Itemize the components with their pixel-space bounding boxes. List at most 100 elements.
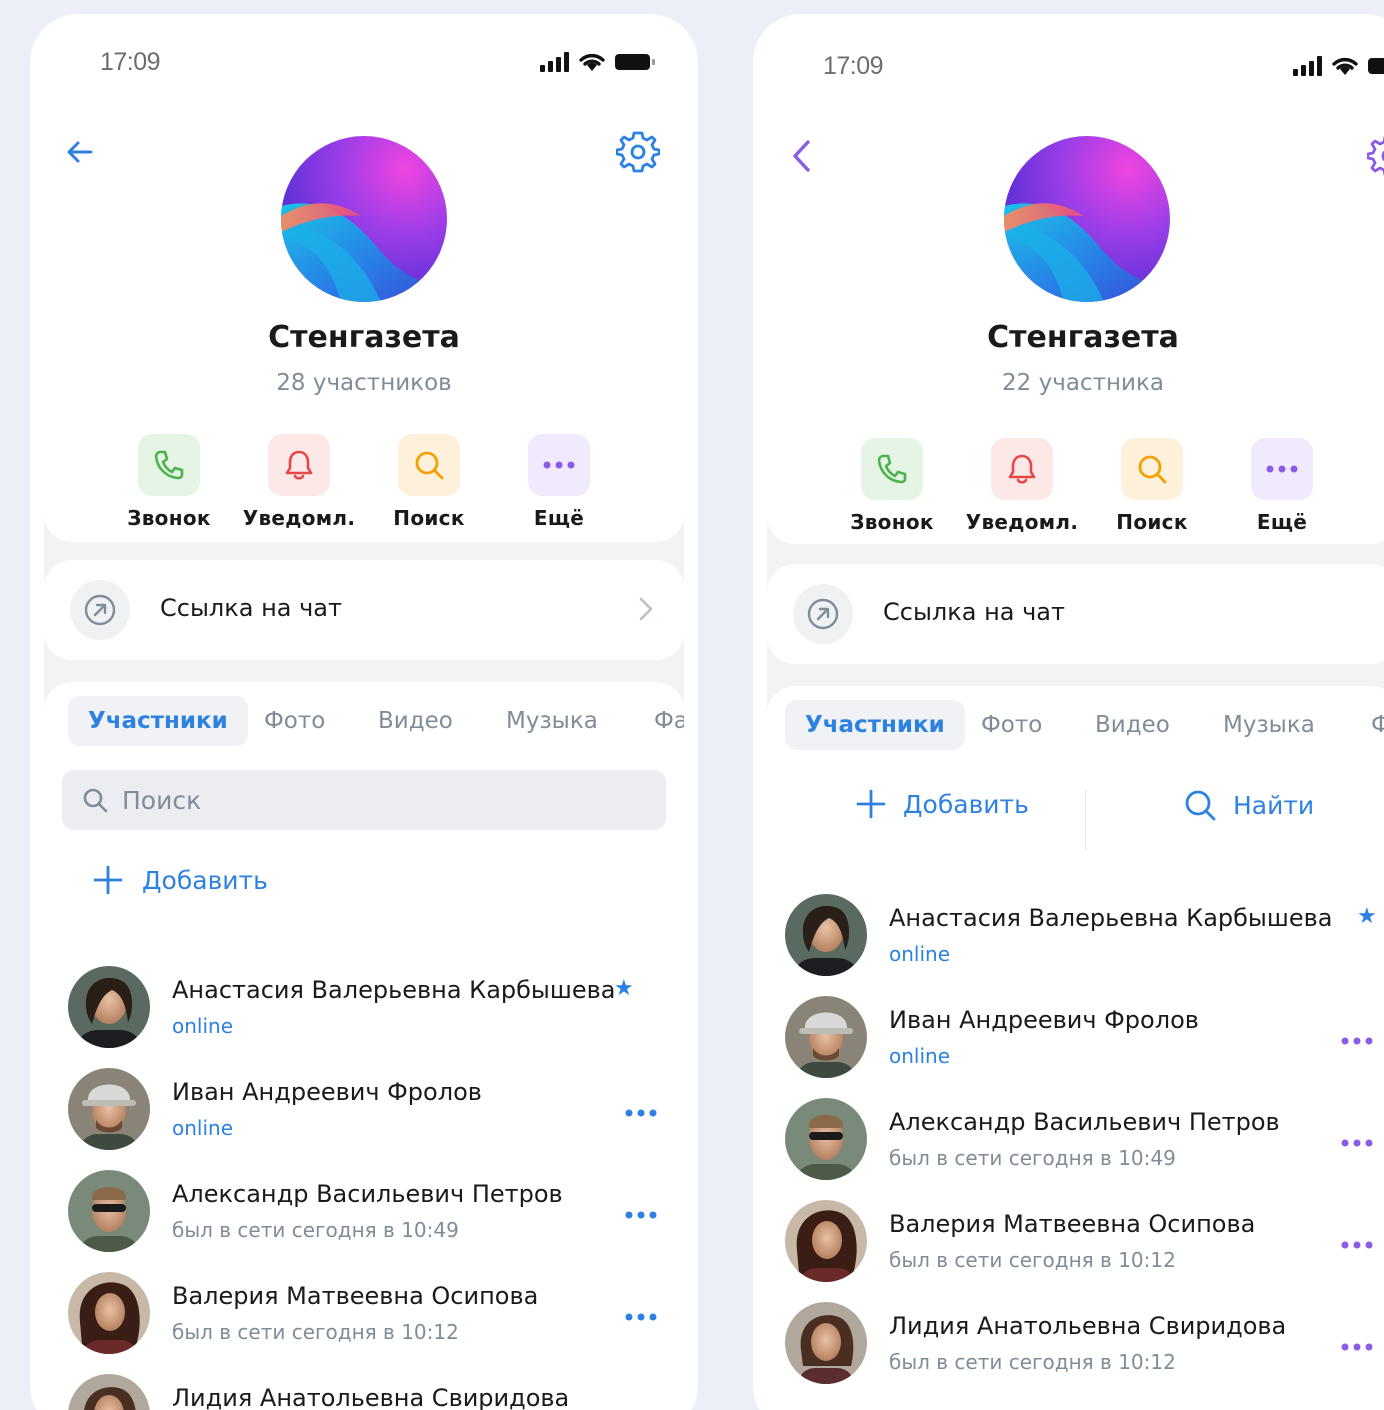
member-photo — [785, 894, 867, 976]
notifications-action[interactable]: Уведомл. — [957, 438, 1087, 534]
member-more-button[interactable] — [1337, 1332, 1377, 1362]
notifications-action[interactable]: Уведомл. — [234, 434, 364, 530]
member-avatar — [785, 1302, 867, 1384]
search-action-label: Поиск — [1116, 510, 1188, 534]
admin-star-icon: ★ — [1357, 904, 1377, 929]
chat-avatar[interactable] — [281, 136, 447, 302]
member-photo — [785, 1200, 867, 1282]
more-action[interactable]: Ещё — [1217, 438, 1347, 534]
status-icons — [1293, 56, 1384, 76]
chat-avatar-image — [281, 136, 447, 302]
tab-members[interactable]: Участники — [785, 700, 965, 750]
member-status: был в сети сегодня в 10:49 — [172, 1218, 459, 1242]
member-row[interactable]: Анастасия Валерьевна Карбышева online ★ — [767, 894, 1384, 996]
settings-button[interactable] — [614, 128, 662, 176]
chat-info-screen-right: 17:09 Стенгазета 22 участника Звонок Уве… — [767, 30, 1384, 1410]
bell-icon — [1008, 454, 1036, 484]
member-photo — [785, 996, 867, 1078]
tab-photo[interactable]: Фото — [244, 696, 345, 746]
member-name: Лидия Анатольевна Свиридова — [889, 1312, 1287, 1340]
notifications-action-tile — [991, 438, 1053, 500]
link-icon-circle — [70, 580, 130, 640]
member-search-input[interactable] — [122, 785, 590, 815]
settings-button[interactable] — [1365, 132, 1384, 180]
member-more-button[interactable] — [621, 1200, 661, 1230]
member-row[interactable]: Валерия Матвеевна Осипова был в сети сег… — [44, 1272, 684, 1374]
member-row[interactable]: Валерия Матвеевна Осипова был в сети сег… — [767, 1200, 1384, 1302]
members-toolbar: Добавить Найти — [767, 778, 1384, 850]
search-icon — [1138, 455, 1167, 484]
link-icon-circle — [793, 584, 853, 644]
member-row[interactable]: Анастасия Валерьевна Карбышева online ★ — [44, 966, 684, 1068]
find-member-button[interactable]: Найти — [1183, 788, 1314, 822]
member-name: Иван Андреевич Фролов — [889, 1006, 1199, 1034]
more-action-tile — [528, 434, 590, 496]
chat-link-row[interactable]: Ссылка на чат — [767, 564, 1384, 664]
member-photo — [68, 1374, 150, 1410]
member-more-button[interactable] — [621, 1404, 661, 1410]
member-name: Александр Васильевич Петров — [889, 1108, 1280, 1136]
gear-icon — [616, 131, 660, 173]
more-action[interactable]: Ещё — [494, 434, 624, 530]
member-avatar — [68, 966, 150, 1048]
add-member-button[interactable]: Добавить — [855, 788, 1029, 820]
status-bar: 17:09 — [44, 30, 684, 100]
member-status: online — [889, 942, 951, 966]
member-row[interactable]: Лидия Анатольевна Свиридова — [44, 1374, 684, 1410]
gear-icon — [1367, 136, 1384, 176]
member-row[interactable]: Иван Андреевич Фролов online — [44, 1068, 684, 1170]
search-action-label: Поиск — [393, 506, 465, 530]
tab-files[interactable]: Ф — [1351, 700, 1384, 750]
tab-video[interactable]: Видео — [358, 696, 473, 746]
member-photo — [68, 1170, 150, 1252]
phone-icon — [154, 450, 184, 480]
tab-members[interactable]: Участники — [68, 696, 248, 746]
find-member-label: Найти — [1233, 790, 1315, 820]
chat-avatar[interactable] — [1004, 136, 1170, 302]
member-search-field[interactable] — [62, 770, 666, 830]
tab-photo[interactable]: Фото — [961, 700, 1062, 750]
tab-video[interactable]: Видео — [1075, 700, 1190, 750]
back-button[interactable] — [781, 134, 825, 178]
member-more-button[interactable] — [621, 1098, 661, 1128]
call-action[interactable]: Звонок — [104, 434, 234, 530]
member-avatar — [68, 1374, 150, 1410]
member-more-button[interactable] — [1337, 1128, 1377, 1158]
member-avatar — [68, 1272, 150, 1354]
chat-avatar-image — [1004, 136, 1170, 302]
member-name: Иван Андреевич Фролов — [172, 1078, 482, 1106]
member-name: Анастасия Валерьевна Карбышева — [172, 976, 616, 1004]
member-row[interactable]: Лидия Анатольевна Свиридова был в сети с… — [767, 1302, 1384, 1404]
add-member-button[interactable]: Добавить — [92, 864, 268, 896]
wifi-icon — [1332, 57, 1358, 75]
search-action[interactable]: Поиск — [364, 434, 494, 530]
member-status: был в сети сегодня в 10:12 — [172, 1320, 459, 1344]
member-row[interactable]: Александр Васильевич Петров был в сети с… — [44, 1170, 684, 1272]
search-action-tile — [1121, 438, 1183, 500]
member-more-button[interactable] — [621, 1302, 661, 1332]
more-dots-icon — [1341, 1343, 1373, 1351]
tab-files[interactable]: Фа — [634, 696, 684, 746]
chat-header-card: 17:09 Стенг — [767, 30, 1384, 544]
member-row[interactable]: Александр Васильевич Петров был в сети с… — [767, 1098, 1384, 1200]
member-more-button[interactable] — [1337, 1026, 1377, 1056]
member-status: был в сети сегодня в 10:12 — [889, 1350, 1176, 1374]
chat-link-row[interactable]: Ссылка на чат — [44, 560, 684, 660]
member-status: online — [172, 1014, 234, 1038]
call-action[interactable]: Звонок — [827, 438, 957, 534]
member-row[interactable]: Иван Андреевич Фролов online — [767, 996, 1384, 1098]
signal-icon — [540, 52, 569, 72]
add-member-label: Добавить — [903, 789, 1029, 819]
search-action[interactable]: Поиск — [1087, 438, 1217, 534]
more-dots-icon — [625, 1109, 657, 1117]
member-name: Лидия Анатольевна Свиридова — [172, 1384, 570, 1410]
back-button[interactable] — [58, 130, 102, 174]
phone-frame-right: 17:09 Стенгазета 22 участника Звонок Уве… — [753, 14, 1384, 1410]
member-more-button[interactable] — [1337, 1230, 1377, 1260]
more-dots-icon — [1341, 1139, 1373, 1147]
member-name: Анастасия Валерьевна Карбышева — [889, 904, 1333, 932]
plus-icon — [856, 789, 886, 819]
tab-music[interactable]: Музыка — [1203, 700, 1335, 750]
tab-music[interactable]: Музыка — [486, 696, 618, 746]
more-action-tile — [1251, 438, 1313, 500]
